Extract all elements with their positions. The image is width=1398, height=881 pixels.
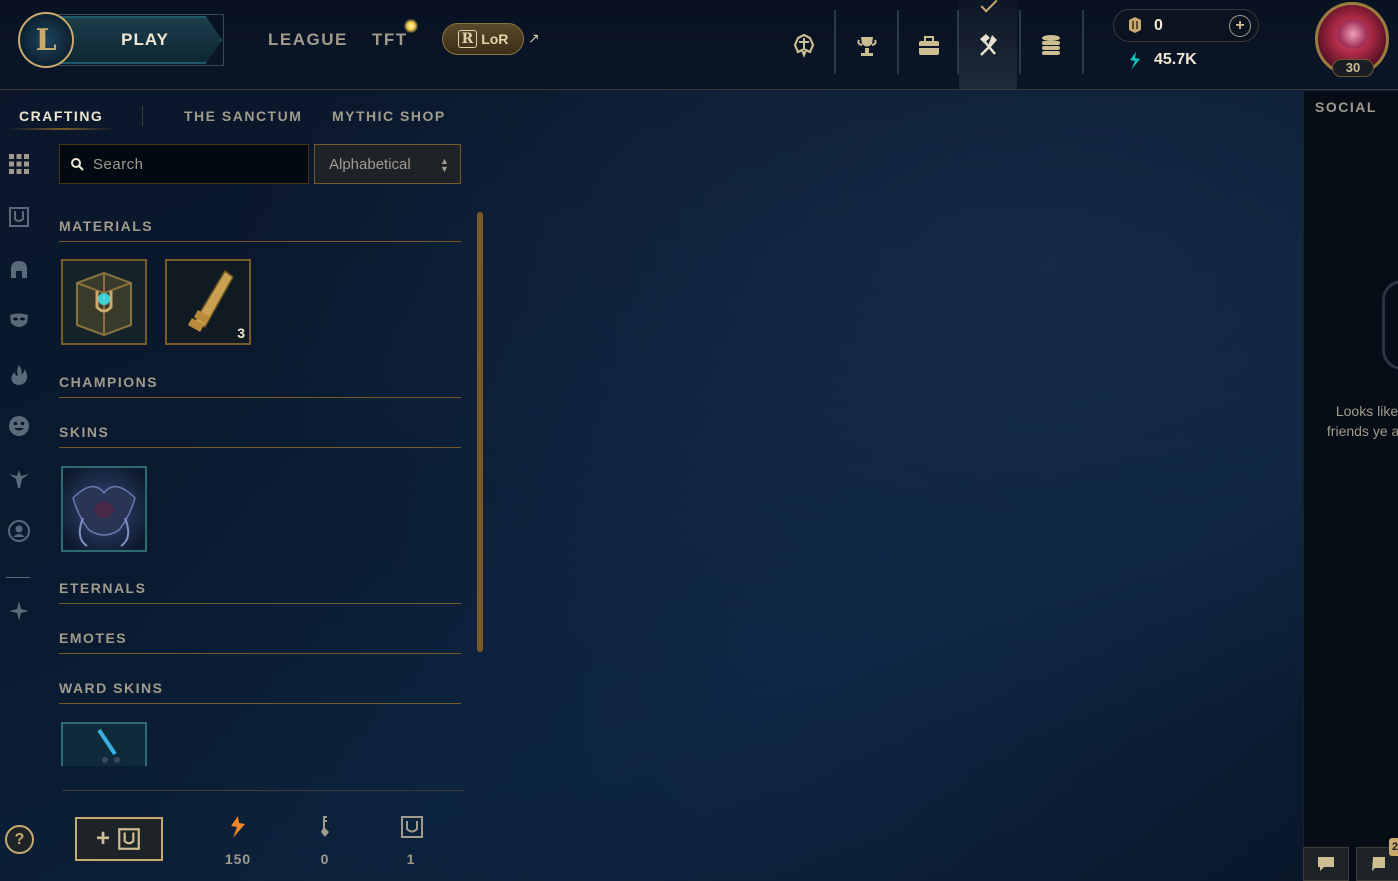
clash-icon[interactable] xyxy=(775,0,833,90)
riot-points-value: 0 xyxy=(1154,17,1163,34)
social-panel xyxy=(1303,91,1398,881)
lor-button[interactable]: R LoR xyxy=(442,23,524,55)
ward-skin-tile[interactable] xyxy=(61,722,147,766)
key-fragments-value: 0 xyxy=(320,851,330,867)
side-separator xyxy=(6,577,30,578)
lor-label: LoR xyxy=(481,31,509,47)
chests-value: 1 xyxy=(406,851,416,867)
add-plus-icon: + xyxy=(95,825,110,852)
emote-face-icon[interactable] xyxy=(5,412,33,440)
skin-shard-icon xyxy=(63,468,145,550)
eternal-flame-icon[interactable] xyxy=(5,361,33,389)
inventory-scrollbar[interactable] xyxy=(477,212,483,652)
sort-selected-value: Alphabetical xyxy=(329,155,411,173)
mask-skin-icon[interactable] xyxy=(5,307,33,335)
collection-icon[interactable] xyxy=(900,0,958,90)
tab-mythic-shop[interactable]: MYTHIC SHOP xyxy=(332,108,446,124)
profile-icon-icon[interactable] xyxy=(5,517,33,545)
search-input[interactable] xyxy=(93,145,303,183)
section-divider xyxy=(59,653,461,654)
section-title-champions: CHAMPIONS xyxy=(59,374,159,390)
material-key-tile[interactable]: 3 xyxy=(165,259,251,345)
material-chest-tile[interactable] xyxy=(61,259,147,345)
orange-essence-value: 150 xyxy=(224,851,252,867)
top-separator xyxy=(834,10,836,74)
top-separator xyxy=(1082,10,1084,74)
lor-glyph-icon: R xyxy=(457,30,478,48)
hextech-chest-icon xyxy=(63,261,145,343)
social-empty-message: Looks like friends ye an xyxy=(1326,403,1398,439)
tab-separator xyxy=(142,106,143,126)
search-field[interactable] xyxy=(59,144,309,184)
add-chest-button[interactable]: + xyxy=(75,817,163,861)
top-separator xyxy=(897,10,899,74)
skin-shard-tile[interactable] xyxy=(61,466,147,552)
footer-divider xyxy=(62,790,465,791)
champion-helmet-icon[interactable] xyxy=(5,256,33,284)
ward-icon[interactable] xyxy=(5,465,33,493)
section-title-skins: SKINS xyxy=(59,424,110,440)
ward-skin-icon xyxy=(63,724,145,766)
top-separator xyxy=(1019,10,1021,74)
sort-arrows-icon: ▲ ▼ xyxy=(440,156,449,174)
buy-rp-button[interactable]: + xyxy=(1229,15,1251,37)
section-divider xyxy=(59,703,461,704)
play-button[interactable]: PLAY xyxy=(60,16,222,64)
background xyxy=(0,0,1398,881)
trophy-icon[interactable] xyxy=(838,0,896,90)
tft-icon[interactable] xyxy=(5,597,33,625)
search-icon xyxy=(71,158,84,171)
all-icon[interactable] xyxy=(5,150,33,178)
section-title-ward-skins: WARD SKINS xyxy=(59,680,164,696)
key-fragment-icon xyxy=(321,816,329,837)
empty-friends-illustration xyxy=(1382,280,1398,370)
notification-spark-icon xyxy=(404,19,418,33)
chat-button[interactable] xyxy=(1303,847,1349,881)
tab-the-sanctum[interactable]: THE SANCTUM xyxy=(184,108,302,124)
scroll-icon xyxy=(1372,857,1385,871)
chest-count-icon xyxy=(401,816,423,838)
chat-bubble-icon xyxy=(1318,857,1334,871)
logo-letter: L xyxy=(35,22,57,58)
nav-league[interactable]: LEAGUE xyxy=(268,30,348,50)
section-divider xyxy=(59,397,461,398)
section-title-eternals: ETERNALS xyxy=(59,580,147,596)
key-count: 3 xyxy=(237,325,245,341)
chest-icon[interactable] xyxy=(5,203,33,231)
league-logo-icon[interactable]: L xyxy=(18,12,74,68)
section-divider xyxy=(59,241,461,242)
store-icon[interactable] xyxy=(1022,0,1080,90)
crafting-icon[interactable] xyxy=(959,0,1017,90)
chest-icon xyxy=(118,828,140,850)
nav-tft[interactable]: TFT xyxy=(372,30,408,50)
social-title: SOCIAL xyxy=(1315,99,1377,115)
notification-badge: 2 xyxy=(1389,838,1398,856)
section-divider xyxy=(59,603,461,604)
tab-crafting[interactable]: CRAFTING xyxy=(19,108,103,124)
blue-essence-icon xyxy=(1130,52,1140,70)
orange-essence-icon xyxy=(231,816,245,838)
sort-dropdown[interactable]: Alphabetical ▲ ▼ xyxy=(314,144,461,184)
blue-essence-value: 45.7K xyxy=(1154,51,1197,68)
section-title-materials: MATERIALS xyxy=(59,218,154,234)
riot-points-icon xyxy=(1129,17,1141,33)
external-link-icon: ↗ xyxy=(528,30,540,46)
section-divider xyxy=(59,447,461,448)
section-title-emotes: EMOTES xyxy=(59,630,128,646)
summoner-level-badge: 30 xyxy=(1332,59,1374,77)
active-tab-underline xyxy=(8,128,116,130)
help-button[interactable]: ? xyxy=(5,825,34,854)
play-button-label: PLAY xyxy=(121,30,169,49)
